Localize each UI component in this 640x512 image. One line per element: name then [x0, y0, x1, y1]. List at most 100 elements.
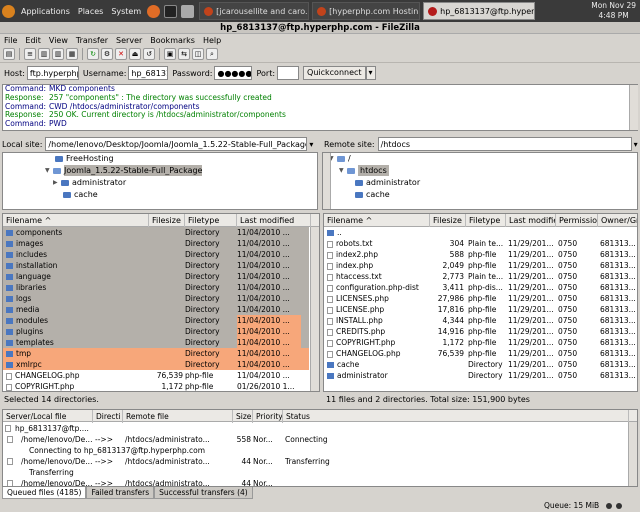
process-queue-icon[interactable]: ⚙	[101, 48, 113, 60]
remote-file-row[interactable]: administrator Directory 11/29/201... 0750 68…	[324, 370, 637, 381]
panel-clock[interactable]: Mon Nov 29 4:48 PM	[591, 1, 636, 21]
local-path-input[interactable]: /home/lenovo/Desktop/Joomla/Joomla_1.5.2…	[45, 137, 308, 151]
task-jcarousel[interactable]: [jcarousellite and caro...	[199, 2, 310, 20]
site-manager-icon[interactable]: ▤	[3, 48, 15, 60]
local-path-dropdown-icon[interactable]: ▾	[309, 140, 313, 149]
sync-browsing-icon[interactable]: ⇆	[178, 48, 190, 60]
remote-file-row[interactable]: LICENSE.php 17,816 php-file 11/29/201... 075…	[324, 304, 637, 315]
local-file-row[interactable]: CHANGELOG.php 76,539 php-file 11/04/2010 ..…	[3, 370, 309, 381]
col-priority[interactable]: Priority	[253, 410, 283, 423]
menu-help[interactable]: Help	[199, 36, 225, 45]
remote-path-dropdown-icon[interactable]: ▾	[634, 140, 638, 149]
toggle-queue-icon[interactable]: ▦	[66, 48, 78, 60]
toggle-local-tree-icon[interactable]: ▥	[38, 48, 50, 60]
col-filetype[interactable]: Filetype	[185, 214, 237, 227]
tab-successful-transfers[interactable]: Successful transfers (4)	[154, 487, 253, 499]
remote-file-row[interactable]: index2.php 588 php-file 11/29/201... 0750 681…	[324, 249, 637, 260]
local-file-row[interactable]: includes Directory 11/04/2010 ...	[3, 249, 309, 260]
remote-file-row[interactable]: cache Directory 11/29/201... 0750 681313...	[324, 359, 637, 370]
task-hyperphp[interactable]: [hyperphp.com Hostin...	[312, 2, 421, 20]
refresh-icon[interactable]: ↻	[87, 48, 99, 60]
tree-item-freehosting[interactable]: FreeHosting	[55, 153, 114, 164]
terminal-launcher-icon[interactable]	[164, 4, 178, 18]
col-filename[interactable]: Filename ^	[3, 214, 149, 227]
col-server-local-file[interactable]: Server/Local file	[3, 410, 93, 423]
local-file-row[interactable]: components Directory 11/04/2010 ...	[3, 227, 309, 238]
col-remote-filetype[interactable]: Filetype	[466, 214, 506, 227]
app-launcher-icon[interactable]	[181, 4, 195, 18]
col-filesize[interactable]: Filesize	[149, 214, 185, 227]
places-menu[interactable]: Places	[74, 7, 107, 16]
queue-row[interactable]: Connecting to hp_6813137@ftp.hyperphp.co…	[3, 445, 627, 456]
col-status[interactable]: Status	[283, 410, 629, 423]
quickconnect-dropdown-icon[interactable]: ▾	[365, 66, 376, 80]
toggle-remote-tree-icon[interactable]: ▥	[52, 48, 64, 60]
tree-item-administrator[interactable]: ▶ administrator	[53, 177, 126, 188]
collapsed-arrow-icon[interactable]: ▶	[53, 177, 61, 188]
local-file-row[interactable]: installation Directory 11/04/2010 ...	[3, 260, 309, 271]
tree-item-root[interactable]: ▼ /	[329, 153, 351, 164]
col-size[interactable]: Size	[233, 410, 253, 423]
remote-file-row[interactable]: configuration.php-dist 3,411 php-dis... 11/…	[324, 282, 637, 293]
remote-file-row[interactable]: index.php 2,049 php-file 11/29/201... 0750 68…	[324, 260, 637, 271]
col-remote-filesize[interactable]: Filesize	[430, 214, 466, 227]
menu-edit[interactable]: Edit	[21, 36, 45, 45]
reconnect-icon[interactable]: ↺	[143, 48, 155, 60]
cancel-icon[interactable]: ✕	[115, 48, 127, 60]
tree-item-remote-administrator[interactable]: administrator	[355, 177, 420, 188]
tree-item-cache[interactable]: cache	[63, 189, 98, 200]
port-input[interactable]	[277, 66, 300, 80]
queue-row[interactable]: Transferring	[3, 467, 627, 478]
menu-view[interactable]: View	[45, 36, 72, 45]
menu-server[interactable]: Server	[112, 36, 146, 45]
menu-file[interactable]: File	[0, 36, 21, 45]
tree-item-htdocs[interactable]: ▼ htdocs	[339, 165, 389, 176]
local-file-row[interactable]: language Directory 11/04/2010 ...	[3, 271, 309, 282]
queue-row[interactable]: /home/lenovo/De... -->> /htdocs/administra…	[3, 478, 627, 486]
quickconnect-button[interactable]: Quickconnect	[303, 66, 366, 80]
expanded-arrow-icon[interactable]: ▼	[45, 165, 53, 176]
menu-bookmarks[interactable]: Bookmarks	[146, 36, 199, 45]
local-file-row[interactable]: plugins Directory 11/04/2010 ...	[3, 326, 309, 337]
local-file-row[interactable]: images Directory 11/04/2010 ...	[3, 238, 309, 249]
tab-queued-files[interactable]: Queued files (4185)	[2, 487, 87, 499]
remote-path-input[interactable]: /htdocs	[377, 137, 632, 151]
task-filezilla[interactable]: hp_6813137@ftp.hyperp...	[423, 2, 536, 20]
local-file-row[interactable]: libraries Directory 11/04/2010 ...	[3, 282, 309, 293]
search-icon[interactable]: ⌕	[206, 48, 218, 60]
host-input[interactable]: ftp.hyperphp.	[26, 66, 79, 80]
remote-file-row[interactable]: htaccess.txt 2,773 Plain te... 11/29/201...…	[324, 271, 637, 282]
applications-menu[interactable]: Applications	[17, 7, 74, 16]
remote-file-row[interactable]: COPYRIGHT.php 1,172 php-file 11/29/201... 07…	[324, 337, 637, 348]
local-list-scrollbar[interactable]	[310, 227, 319, 391]
firefox-launcher-icon[interactable]	[147, 4, 161, 18]
remote-tree-scrollbar[interactable]	[323, 153, 331, 209]
system-menu[interactable]: System	[107, 7, 145, 16]
tree-item-joomla-package[interactable]: ▼ Joomla_1.5.22-Stable-Full_Package	[45, 165, 203, 176]
queue-row[interactable]: /home/lenovo/De... -->> /htdocs/administra…	[3, 434, 627, 445]
toggle-log-icon[interactable]: ≡	[24, 48, 36, 60]
local-file-row[interactable]: xmlrpc Directory 11/04/2010 ...	[3, 359, 309, 370]
menu-transfer[interactable]: Transfer	[72, 36, 112, 45]
local-file-row[interactable]: COPYRIGHT.php 1,172 php-file 01/26/2010 1..…	[3, 381, 309, 391]
ubuntu-logo-icon[interactable]	[2, 4, 15, 18]
queue-row[interactable]: /home/lenovo/De... -->> /htdocs/administra…	[3, 456, 627, 467]
compare-dirs-icon[interactable]: ◫	[192, 48, 204, 60]
disconnect-icon[interactable]: ⏏	[129, 48, 141, 60]
log-scrollbar[interactable]	[629, 85, 638, 130]
queue-scrollbar[interactable]	[628, 422, 637, 486]
tab-failed-transfers[interactable]: Failed transfers	[86, 487, 155, 499]
tree-item-remote-cache[interactable]: cache	[355, 189, 390, 200]
col-remote-last-modified[interactable]: Last modified	[506, 214, 556, 227]
col-last-modified[interactable]: Last modified	[237, 214, 311, 227]
remote-file-row[interactable]: CHANGELOG.php 76,539 php-file 11/29/201... 0…	[324, 348, 637, 359]
local-file-row[interactable]: modules Directory 11/04/2010 ...	[3, 315, 309, 326]
local-file-row[interactable]: logs Directory 11/04/2010 ...	[3, 293, 309, 304]
remote-file-row[interactable]: ..	[324, 227, 637, 238]
password-input[interactable]: ●●●●●	[214, 66, 253, 80]
remote-file-row[interactable]: LICENSES.php 27,986 php-file 11/29/201... 07…	[324, 293, 637, 304]
local-file-row[interactable]: tmp Directory 11/04/2010 ...	[3, 348, 309, 359]
col-remote-owner[interactable]: Owner/Gr	[598, 214, 637, 227]
remote-file-row[interactable]: CREDITS.php 14,916 php-file 11/29/201... 075…	[324, 326, 637, 337]
local-file-row[interactable]: templates Directory 11/04/2010 ...	[3, 337, 309, 348]
